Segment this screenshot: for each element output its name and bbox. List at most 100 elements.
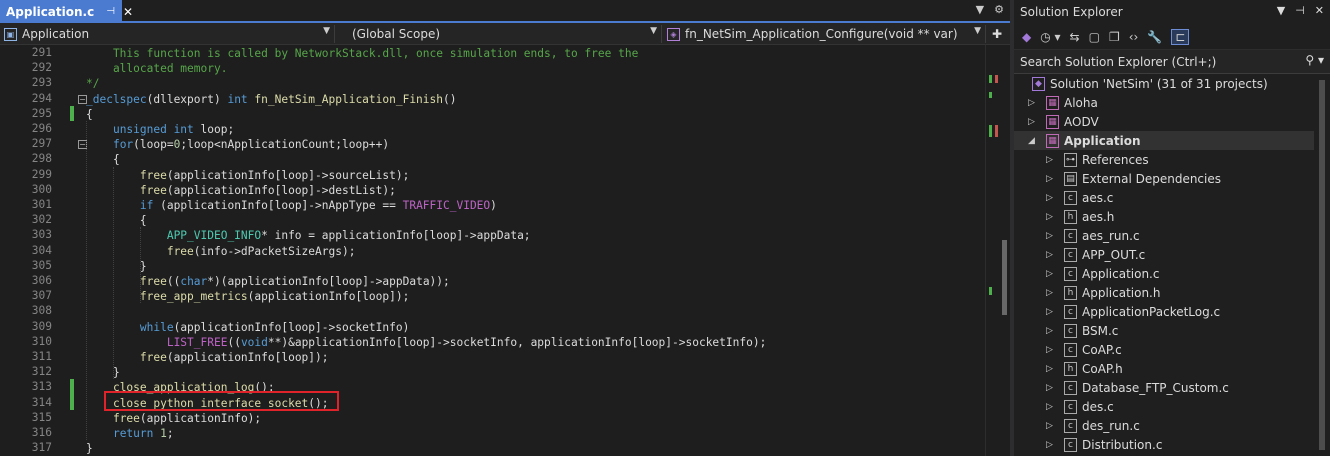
tab-list-dropdown-icon[interactable]: ▼: [976, 3, 984, 16]
fold-toggle-icon[interactable]: −: [78, 94, 87, 104]
tree-item-label: des.c: [1082, 399, 1114, 414]
settings-gear-icon[interactable]: ⚙: [994, 3, 1004, 16]
code-token-macro: TRAFFIC_VIDEO: [402, 199, 491, 212]
tree-item[interactable]: ▷ c aes_run.c: [1014, 226, 1330, 245]
code-line[interactable]: free(applicationInfo[loop]->destList);: [86, 183, 396, 198]
collapse-all-icon[interactable]: ▢: [1089, 30, 1100, 44]
expand-arrow-icon[interactable]: ▷: [1046, 174, 1053, 184]
expand-arrow-icon[interactable]: ▷: [1046, 402, 1053, 412]
expand-arrow-icon[interactable]: ▷: [1046, 345, 1053, 355]
sync-icon[interactable]: ⇆: [1070, 30, 1080, 44]
expand-arrow-icon[interactable]: ▷: [1046, 440, 1053, 450]
expand-arrow-icon[interactable]: ▷: [1046, 250, 1053, 260]
expand-arrow-icon[interactable]: ▷: [1046, 364, 1053, 374]
code-line[interactable]: while(applicationInfo[loop]->socketInfo): [86, 320, 409, 335]
code-line[interactable]: free(applicationInfo);: [86, 411, 261, 426]
code-line[interactable]: for(loop=0;loop<nApplicationCount;loop++…: [86, 137, 389, 152]
tree-item[interactable]: ▷ c ApplicationPacketLog.c: [1014, 302, 1330, 321]
expand-arrow-icon[interactable]: ▷: [1028, 98, 1035, 108]
scrollbar-thumb[interactable]: [1319, 80, 1325, 450]
tree-item[interactable]: ▷ h Application.h: [1014, 283, 1330, 302]
tree-item-label: Database_FTP_Custom.c: [1082, 380, 1229, 395]
project-dropdown[interactable]: ▣ Application ▼: [0, 25, 335, 43]
code-line[interactable]: {: [86, 152, 120, 167]
tree-item[interactable]: ▷ c Application.c: [1014, 264, 1330, 283]
collapse-arrow-icon[interactable]: ◢: [1028, 136, 1035, 146]
tree-item[interactable]: ▷ ⊶ References: [1014, 150, 1330, 169]
history-icon[interactable]: ◷ ▾: [1040, 30, 1060, 44]
code-line[interactable]: {: [86, 213, 147, 228]
expand-arrow-icon[interactable]: ▷: [1046, 193, 1053, 203]
code-line[interactable]: APP_VIDEO_INFO* info = applicationInfo[l…: [86, 228, 531, 243]
scope-label: (Global Scope): [352, 27, 441, 41]
show-all-files-icon[interactable]: ❐: [1109, 30, 1120, 44]
c-file-icon: c: [1064, 304, 1077, 319]
pin-icon[interactable]: ⊣: [106, 6, 115, 17]
expand-arrow-icon[interactable]: ▷: [1046, 155, 1053, 165]
tree-item[interactable]: ▷ c aes.c: [1014, 188, 1330, 207]
expand-arrow-icon[interactable]: ▷: [1046, 231, 1053, 241]
tree-item[interactable]: ▷ c Distribution.c: [1014, 435, 1330, 454]
line-number: 309: [31, 319, 52, 333]
expand-arrow-icon[interactable]: ▷: [1046, 269, 1053, 279]
tree-item[interactable]: ◆ Solution 'NetSim' (31 of 31 projects): [1014, 74, 1330, 93]
scrollbar-thumb[interactable]: [1002, 240, 1007, 315]
solution-explorer-panel: Solution Explorer ▼ ⊣ ✕ ◆ ◷ ▾ ⇆ ▢ ❐ ‹› 🔧…: [1014, 0, 1330, 456]
expand-arrow-icon[interactable]: ▷: [1046, 383, 1053, 393]
code-line[interactable]: This function is called by NetworkStack.…: [86, 46, 638, 61]
code-line[interactable]: */: [86, 76, 99, 91]
code-line[interactable]: }: [86, 365, 120, 380]
close-icon[interactable]: ✕: [1315, 4, 1324, 17]
code-line[interactable]: {: [86, 107, 93, 122]
tree-scrollbar[interactable]: [1314, 74, 1330, 456]
split-editor-button[interactable]: ✚: [988, 25, 1010, 43]
tree-item[interactable]: ▷ c des.c: [1014, 397, 1330, 416]
code-line[interactable]: allocated memory.: [86, 61, 228, 76]
tree-item[interactable]: ▷ ▦ Aloha: [1014, 93, 1330, 112]
properties-wrench-icon[interactable]: 🔧: [1147, 30, 1162, 44]
expand-arrow-icon[interactable]: ▷: [1046, 326, 1053, 336]
preview-selected-icon[interactable]: ⊏: [1171, 28, 1190, 45]
tree-item-label: aes_run.c: [1082, 228, 1140, 243]
code-line[interactable]: _declspec(dllexport) int fn_NetSim_Appli…: [86, 92, 456, 107]
code-token-text: ): [490, 199, 497, 212]
change-marker: [989, 92, 992, 98]
visual-studio-icon[interactable]: ◆: [1022, 30, 1031, 44]
line-number: 296: [31, 122, 52, 135]
scope-dropdown[interactable]: (Global Scope) ▼: [336, 25, 662, 43]
tree-item[interactable]: ▷ c CoAP.c: [1014, 340, 1330, 359]
expand-arrow-icon[interactable]: ▷: [1028, 117, 1035, 127]
code-line[interactable]: if (applicationInfo[loop]->nAppType == T…: [86, 198, 497, 213]
tree-item[interactable]: ▷ ▦ AODV: [1014, 112, 1330, 131]
code-line[interactable]: free(applicationInfo[loop]);: [86, 350, 329, 365]
expand-arrow-icon[interactable]: ▷: [1046, 212, 1053, 222]
tree-item[interactable]: ▷ ▤ External Dependencies: [1014, 169, 1330, 188]
member-dropdown[interactable]: ◈ fn_NetSim_Application_Configure(void *…: [663, 25, 986, 43]
tree-item[interactable]: ▷ c des_run.c: [1014, 416, 1330, 435]
code-line[interactable]: return 1;: [86, 426, 174, 441]
code-line[interactable]: LIST_FREE((void**)&applicationInfo[loop]…: [86, 335, 767, 350]
tree-item[interactable]: ▷ c BSM.c: [1014, 321, 1330, 340]
code-line[interactable]: }: [86, 259, 147, 274]
tab-application-c[interactable]: Application.c ⊣ ✕: [0, 0, 133, 23]
expand-arrow-icon[interactable]: ▷: [1046, 288, 1053, 298]
solution-search-input[interactable]: Search Solution Explorer (Ctrl+;) ⚲ ▾: [1014, 50, 1330, 74]
code-line[interactable]: }: [86, 441, 93, 456]
pin-icon[interactable]: ⊣: [1295, 4, 1305, 17]
tree-item[interactable]: ▷ c APP_OUT.c: [1014, 245, 1330, 264]
search-icon[interactable]: ⚲ ▾: [1305, 53, 1324, 67]
tree-item[interactable]: ◢ ▦ Application: [1014, 131, 1330, 150]
tree-item[interactable]: ▷ c Database_FTP_Custom.c: [1014, 378, 1330, 397]
code-line[interactable]: free_app_metrics(applicationInfo[loop]);: [86, 289, 409, 304]
tree-item[interactable]: ▷ h CoAP.h: [1014, 359, 1330, 378]
expand-arrow-icon[interactable]: ▷: [1046, 307, 1053, 317]
expand-arrow-icon[interactable]: ▷: [1046, 421, 1053, 431]
tree-item[interactable]: ▷ h aes.h: [1014, 207, 1330, 226]
code-view-icon[interactable]: ‹›: [1129, 30, 1139, 44]
code-line[interactable]: unsigned int loop;: [86, 122, 234, 137]
code-line[interactable]: free(info->dPacketSizeArgs);: [86, 244, 356, 259]
code-line[interactable]: free(applicationInfo[loop]->sourceList);: [86, 168, 409, 183]
vertical-scrollbar[interactable]: [985, 45, 1010, 456]
close-icon[interactable]: ✕: [123, 5, 133, 19]
chevron-down-icon[interactable]: ▼: [1277, 4, 1285, 17]
